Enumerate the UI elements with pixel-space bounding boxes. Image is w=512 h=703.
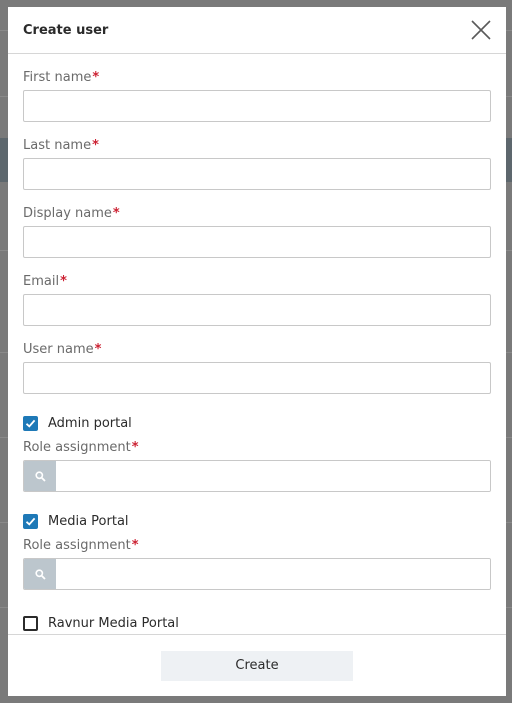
last-name-label: Last name* <box>23 138 99 153</box>
required-asterisk: * <box>60 274 67 289</box>
first-name-field: First name* <box>23 70 491 122</box>
dialog-footer: Create <box>8 634 506 696</box>
checkmark-icon <box>25 517 36 526</box>
first-name-input[interactable] <box>23 90 491 122</box>
user-name-label: User name* <box>23 342 102 357</box>
admin-role-search <box>23 460 491 492</box>
ravnur-media-portal-option[interactable]: Ravnur Media Portal <box>23 614 491 632</box>
first-name-label: First name* <box>23 70 100 85</box>
admin-portal-option[interactable]: Admin portal <box>23 414 491 432</box>
role-assignment-label: Role assignment* <box>23 538 139 553</box>
close-icon <box>471 20 491 40</box>
admin-role-assignment-field: Role assignment* <box>23 440 491 492</box>
dialog-header: Create user <box>8 7 506 54</box>
required-asterisk: * <box>131 538 139 553</box>
create-user-dialog: Create user First name* Last name* Displ… <box>8 7 506 696</box>
search-icon-button[interactable] <box>24 461 56 491</box>
user-name-input[interactable] <box>23 362 491 394</box>
dialog-body: First name* Last name* Display name* Ema… <box>8 70 506 632</box>
display-name-field: Display name* <box>23 206 491 258</box>
required-asterisk: * <box>94 342 102 357</box>
media-role-assignment-field: Role assignment* <box>23 538 491 590</box>
ravnur-media-portal-label: Ravnur Media Portal <box>48 615 179 631</box>
display-name-label: Display name* <box>23 206 120 221</box>
search-icon <box>34 568 46 580</box>
ravnur-media-portal-checkbox[interactable] <box>23 615 38 631</box>
admin-portal-checkbox[interactable] <box>23 415 38 431</box>
create-button[interactable]: Create <box>161 650 353 681</box>
role-assignment-label: Role assignment* <box>23 440 139 455</box>
required-asterisk: * <box>131 440 139 455</box>
display-name-input[interactable] <box>23 226 491 258</box>
search-icon-button[interactable] <box>24 559 56 589</box>
media-portal-option[interactable]: Media Portal <box>23 512 491 530</box>
admin-role-search-input[interactable] <box>56 461 490 491</box>
last-name-field: Last name* <box>23 138 491 190</box>
admin-portal-label: Admin portal <box>48 415 132 431</box>
checkmark-icon <box>25 419 36 428</box>
search-icon <box>34 470 46 482</box>
media-portal-label: Media Portal <box>48 513 129 529</box>
email-label: Email* <box>23 274 67 289</box>
user-name-field: User name* <box>23 342 491 394</box>
dialog-title: Create user <box>23 22 109 38</box>
required-asterisk: * <box>112 206 120 221</box>
required-asterisk: * <box>92 70 100 85</box>
last-name-input[interactable] <box>23 158 491 190</box>
email-field: Email* <box>23 274 491 326</box>
media-role-search <box>23 558 491 590</box>
required-asterisk: * <box>92 138 99 153</box>
close-button[interactable] <box>470 19 492 41</box>
email-input[interactable] <box>23 294 491 326</box>
media-portal-checkbox[interactable] <box>23 513 38 529</box>
media-role-search-input[interactable] <box>56 559 490 589</box>
